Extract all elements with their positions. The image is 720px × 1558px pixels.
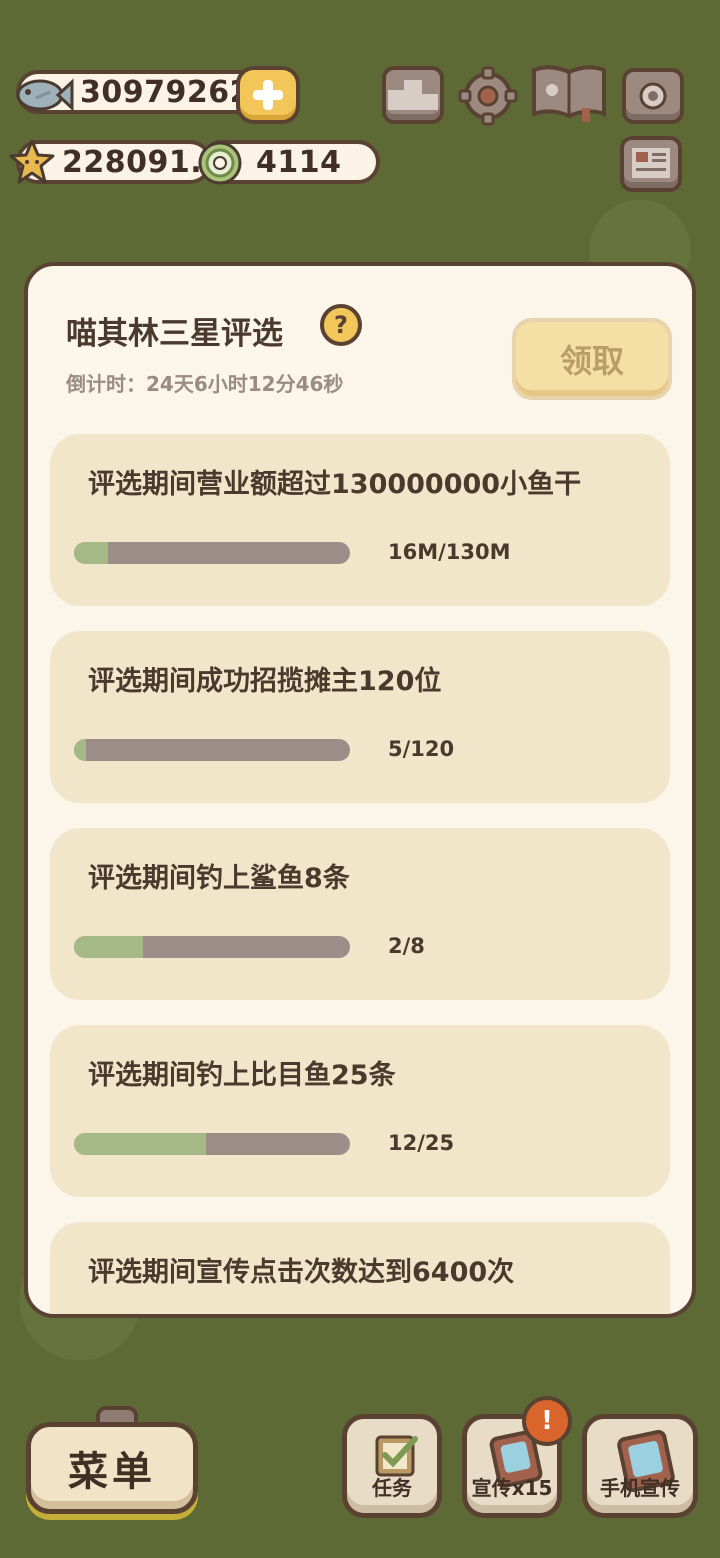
- help-button[interactable]: ?: [320, 304, 362, 346]
- task-progress-bar: [74, 1133, 350, 1155]
- task-progress-bar: [74, 739, 350, 761]
- task-card: 评选期间成功招揽摊主120位 5/120: [50, 631, 670, 803]
- task-progress-fill: [74, 542, 108, 564]
- task-progress-text: 5/120: [388, 737, 455, 761]
- tasks-label: 任务: [372, 1476, 412, 1500]
- star-currency-value: 228091.5: [62, 145, 202, 180]
- promote-label: 宣传x15: [471, 1476, 553, 1500]
- task-title: 评选期间营业额超过130000000小鱼干: [88, 469, 582, 500]
- task-card: 评选期间宣传点击次数达到6400次: [50, 1222, 670, 1314]
- camera-icon[interactable]: [622, 68, 684, 124]
- task-progress-text: 12/25: [388, 1131, 455, 1155]
- task-card: 评选期间钓上鲨鱼8条 2/8: [50, 828, 670, 1000]
- gear-icon: [458, 66, 518, 126]
- task-title: 评选期间钓上比目鱼25条: [88, 1060, 396, 1091]
- green-ring-token-icon: [198, 141, 242, 185]
- task-card: 评选期间营业额超过130000000小鱼干 16M/130M: [50, 434, 670, 606]
- guide-book-icon[interactable]: [530, 62, 608, 124]
- task-progress-fill: [74, 739, 86, 761]
- add-fish-button[interactable]: [236, 66, 300, 124]
- task-progress-text: 16M/130M: [388, 540, 511, 564]
- newspaper-icon[interactable]: [620, 136, 682, 192]
- settings-gear-icon[interactable]: [458, 66, 518, 126]
- task-title: 评选期间钓上鲨鱼8条: [88, 863, 350, 894]
- podium-icon: [388, 80, 438, 110]
- task-title: 评选期间成功招揽摊主120位: [88, 666, 442, 697]
- menu-button[interactable]: 菜单: [26, 1422, 198, 1514]
- star-icon: [9, 139, 55, 184]
- phone-promote-button[interactable]: 手机宣传: [582, 1414, 698, 1518]
- camera-lens-icon: [639, 82, 667, 110]
- plus-icon: [253, 80, 283, 110]
- task-progress-fill: [74, 936, 143, 958]
- panel-title: 喵其林三星评选: [66, 316, 283, 352]
- task-progress-bar: [74, 936, 350, 958]
- dried-fish-icon: [16, 78, 74, 112]
- task-progress-fill: [74, 1133, 207, 1155]
- book-icon: [532, 65, 606, 122]
- michelin-rating-panel: 喵其林三星评选 ? 倒计时：24天6小时12分46秒 领取 评选期间营业额超过1…: [24, 262, 696, 1318]
- task-card: 评选期间钓上比目鱼25条 12/25: [50, 1025, 670, 1197]
- news-icon: [632, 148, 670, 178]
- tasks-button[interactable]: 任务: [342, 1414, 442, 1518]
- phone-promote-label: 手机宣传: [600, 1476, 680, 1500]
- countdown-timer: 倒计时：24天6小时12分46秒: [66, 372, 344, 396]
- task-progress-text: 2/8: [388, 934, 425, 958]
- alert-badge: !: [522, 1396, 572, 1446]
- task-progress-bar: [74, 542, 350, 564]
- task-title: 评选期间宣传点击次数达到6400次: [88, 1257, 515, 1288]
- ranking-icon[interactable]: [382, 66, 444, 124]
- claim-button[interactable]: 领取: [512, 318, 672, 400]
- gem-currency-value: 4114: [256, 145, 342, 180]
- fish-currency-value: 30979262: [80, 75, 251, 110]
